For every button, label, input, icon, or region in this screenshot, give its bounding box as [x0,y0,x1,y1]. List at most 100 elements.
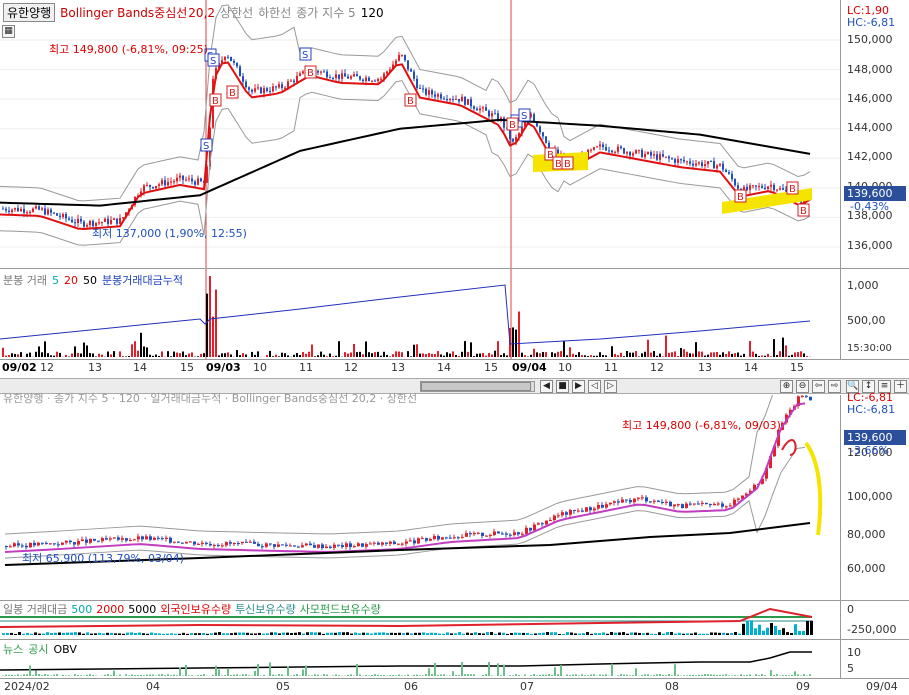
investor-bar [622,632,625,635]
volume-bar [356,352,358,357]
investor-bar [362,632,365,635]
obv-axis[interactable]: 10 5 [840,640,909,678]
volume-bar [611,346,613,357]
disclosure-label[interactable]: 공시 [28,641,48,657]
investor-bar [230,633,233,635]
ma-label[interactable]: 종가 지수 5 [296,4,355,21]
inv-foreign[interactable]: 외국인보유수량 [160,601,231,617]
investor-bar [318,632,321,635]
volume-bar [131,344,133,357]
investor-bar [14,633,17,635]
investor-bar [238,632,241,635]
zoom-out-icon[interactable]: ⊖ [796,380,809,393]
daily-candle-body [569,509,572,515]
obv-canvas[interactable] [0,640,840,678]
daily-candle-body [181,542,184,544]
minute-volume-pane[interactable]: 분봉 거래 5 20 50 분봉거래대금누적 1,000 500,00 15:3… [0,269,909,359]
intraday-price-pane[interactable]: SSSSSSBBBBBBBBBBB 유한양행 Bollinger Bands중심… [0,0,909,268]
news-bar [5,674,7,676]
news-bar [350,674,352,676]
volume-bar [602,354,604,357]
news-bar [692,674,694,676]
obv-pane[interactable]: 뉴스 공시 OBV 10 5 [0,640,909,678]
daily-price-axis[interactable]: LC:-6,81 HC:-6,81 120,000 100,000 80,000 60… [840,391,909,600]
vol-p1: 5 [51,273,59,287]
symbol-chip[interactable]: 유한양행 [3,3,56,22]
daily-candle-body [269,543,272,545]
time-tick-label: 14 [744,361,758,374]
step-forward-icon[interactable]: ▷ [604,380,617,393]
volume-bar [218,355,220,357]
news-bar [32,675,34,676]
volume-bar [776,355,778,357]
bb-upper-label[interactable]: 상한선 [220,4,253,21]
news-bar [233,674,235,676]
investor-bar [630,632,633,635]
volume-bar [677,356,679,357]
scroll-thumb[interactable] [421,382,531,391]
daily-legend[interactable]: 유한양행 · 종가 지수 5 · 120 · 일거래대금누적 · Bolling… [3,390,417,406]
candle-body [728,172,730,174]
volume-axis[interactable]: 1,000 500,00 15:30:00 [840,269,909,359]
zoom-in-icon[interactable]: ⊕ [780,380,793,393]
investor-bar [174,633,177,635]
volume-bar [800,351,802,357]
volume-bar [413,344,415,357]
scroll-left-icon[interactable]: ◀ [540,380,553,393]
inv-title[interactable]: 일봉 거래대금 [3,601,67,617]
vol-p3: 50 [82,273,97,287]
daily-candle-body [29,542,32,548]
candle-body [167,181,169,186]
stop-icon[interactable]: ■ [556,380,569,393]
volume-bar [497,341,499,357]
candle-body [272,86,274,92]
scroll-right-icon[interactable]: ▶ [572,380,585,393]
investor-holdings-pane[interactable]: 일봉 거래대금 500 2000 5000 외국인보유수량 투신보유수량 사모펀… [0,601,909,639]
investor-axis[interactable]: 0 -250,000 [840,601,909,639]
volume-bar [437,351,439,357]
intraday-price-tick: 148,000 [847,63,893,76]
volume-bar [479,353,481,357]
candle-body [398,55,400,61]
inv-trust[interactable]: 투신보유수량 [235,601,296,617]
daily-candle-body [389,541,392,544]
daily-price-pane[interactable]: 유한양행 · 종가 지수 5 · 120 · 일거래대금누적 · Bolling… [0,391,909,600]
inv-private[interactable]: 사모펀드보유수량 [300,601,381,617]
investor-bar [54,632,57,635]
add-pane-icon[interactable]: ＋ [894,380,907,393]
news-bar [167,674,169,676]
news-bar [539,674,541,676]
vol-cum[interactable]: 분봉거래대금누적 [102,272,183,288]
investor-bar [578,633,581,635]
bb-center-label[interactable]: Bollinger Bands중심선 [60,4,187,21]
investor-bar [274,632,277,635]
volume-bar [287,355,289,357]
intraday-price-axis[interactable]: LC:1,90 HC:-6,81 150,000 148,000 146,000 14… [840,0,909,268]
horizontal-scrollbar[interactable] [420,381,535,392]
daily-price-tick: 80,000 [847,528,886,541]
news-bar [743,675,745,676]
unlink-icon[interactable]: ⇨ [828,380,841,393]
daily-candle-body [257,543,260,547]
link-icon[interactable]: ⇦ [812,380,825,393]
investor-bar [774,625,777,635]
bb-lower-label[interactable]: 하한선 [258,4,291,21]
daily-candle-body [161,538,164,540]
ma120-label[interactable]: 120 [361,6,384,20]
step-back-icon[interactable]: ◁ [588,380,601,393]
candle-body [146,184,148,186]
news-bar [785,675,787,676]
yellow-annotation-stroke [804,441,823,536]
news-label[interactable]: 뉴스 [3,641,23,657]
grid-icon[interactable]: ▦ [2,25,15,38]
volume-title[interactable]: 분봉 거래 [3,272,47,288]
candle-body [431,90,433,95]
news-bar [488,662,490,676]
time-tick-label: 12 [40,361,54,374]
candle-body [629,152,631,156]
investor-bar [82,633,85,635]
obv-label[interactable]: OBV [54,643,77,656]
investor-bar [346,632,349,635]
volume-bar [368,352,370,357]
candle-body [152,186,154,189]
